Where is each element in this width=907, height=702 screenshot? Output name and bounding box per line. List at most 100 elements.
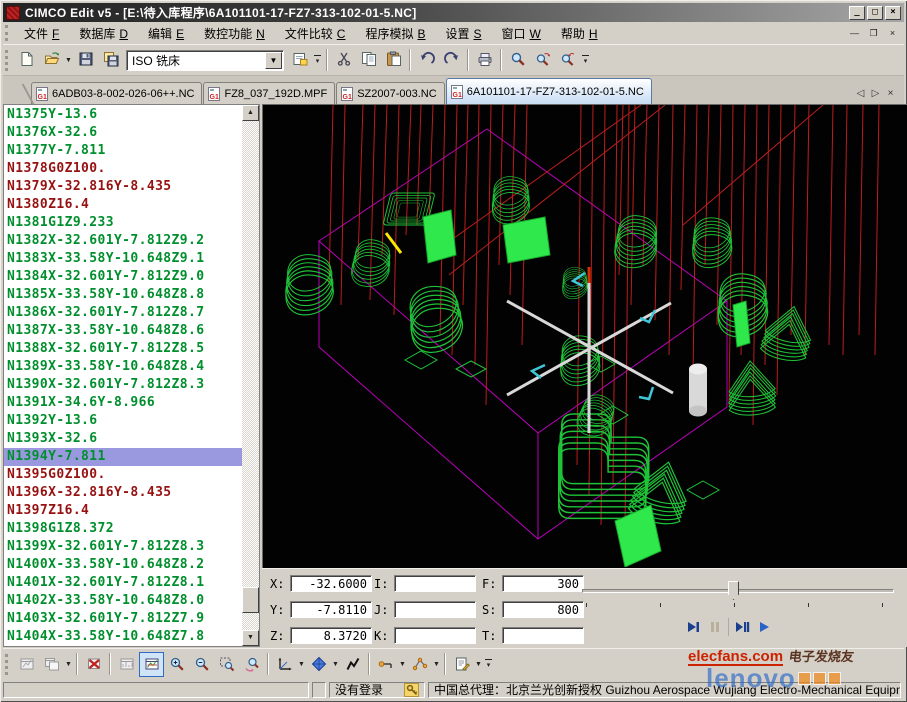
tool-display-button[interactable] xyxy=(373,652,398,677)
next-tab-button[interactable]: ▷ xyxy=(868,88,883,99)
code-line[interactable]: N1398G1Z8.372 xyxy=(4,520,242,538)
zoom-window-button[interactable] xyxy=(214,652,239,677)
code-line[interactable]: N1396X-32.816Y-8.435 xyxy=(4,484,242,502)
code-line[interactable]: N1382X-32.601Y-7.812Z9.2 xyxy=(4,232,242,250)
coordinate-value[interactable] xyxy=(394,627,476,644)
minimize-button[interactable]: _ xyxy=(849,6,865,20)
code-line[interactable]: N1391X-34.6Y-8.966 xyxy=(4,394,242,412)
file-type-selector[interactable]: ISO 铣床 ▼ xyxy=(126,50,284,71)
redo-button[interactable] xyxy=(439,48,464,73)
menu-grip[interactable] xyxy=(5,25,10,40)
slider-thumb[interactable] xyxy=(728,581,739,600)
code-line[interactable]: N1385X-33.58Y-10.648Z8.8 xyxy=(4,286,242,304)
code-line[interactable]: N1387X-33.58Y-10.648Z8.6 xyxy=(4,322,242,340)
code-line[interactable]: N1375Y-13.6 xyxy=(4,106,242,124)
code-line[interactable]: N1392Y-13.6 xyxy=(4,412,242,430)
menu-item[interactable]: 文件F xyxy=(14,22,69,45)
pause-button[interactable] xyxy=(704,615,726,639)
backplot-3d-view[interactable] xyxy=(262,104,907,568)
single-window-view-button[interactable] xyxy=(14,652,39,677)
code-line[interactable]: N1379X-32.816Y-8.435 xyxy=(4,178,242,196)
copy-button[interactable] xyxy=(356,48,381,73)
code-line[interactable]: N1380Z16.4 xyxy=(4,196,242,214)
multi-window-dropdown[interactable]: ▼ xyxy=(64,652,73,677)
login-status-panel[interactable]: 没有登录 xyxy=(329,682,425,698)
document-tab[interactable]: G1 6A101101-17-FZ7-313-102-01-5.NC xyxy=(446,78,652,104)
find-next-button[interactable] xyxy=(530,48,555,73)
simbar-overflow[interactable]: ▾ xyxy=(483,652,494,677)
code-line[interactable]: N1403X-32.601Y-7.812Z7.9 xyxy=(4,610,242,628)
code-line[interactable]: N1404X-33.58Y-10.648Z7.8 xyxy=(4,628,242,646)
scrollbar-thumb[interactable] xyxy=(242,587,259,613)
document-tab[interactable]: G1 6ADB03-8-002-026-06++.NC xyxy=(31,82,202,104)
maximize-button[interactable]: □ xyxy=(867,6,883,20)
scroll-down-icon[interactable]: ▼ xyxy=(242,630,259,646)
zoom-out-button[interactable] xyxy=(189,652,214,677)
undo-button[interactable] xyxy=(414,48,439,73)
print-button[interactable] xyxy=(472,48,497,73)
code-line[interactable]: N1390X-32.601Y-7.812Z8.3 xyxy=(4,376,242,394)
solid-view-dropdown[interactable]: ▼ xyxy=(331,652,340,677)
new-file-button[interactable] xyxy=(14,48,39,73)
edit-settings-dropdown[interactable]: ▼ xyxy=(474,652,483,677)
find-previous-button[interactable] xyxy=(555,48,580,73)
vertical-scrollbar[interactable]: ▲ ▼ xyxy=(242,105,259,646)
mdi-minimize-button[interactable]: — xyxy=(847,27,862,40)
menu-item[interactable]: 文件比较C xyxy=(275,22,356,45)
code-line[interactable]: N1401X-32.601Y-7.812Z8.1 xyxy=(4,574,242,592)
code-line[interactable]: N1399X-32.601Y-7.812Z8.3 xyxy=(4,538,242,556)
code-line[interactable]: N1393X-32.6 xyxy=(4,430,242,448)
code-line[interactable]: N1394Y-7.811 xyxy=(4,448,242,466)
play-stop-button[interactable] xyxy=(731,615,753,639)
code-line[interactable]: N1397Z16.4 xyxy=(4,502,242,520)
code-line[interactable]: N1395G0Z100. xyxy=(4,466,242,484)
document-tab[interactable]: G1 SZ2007-003.NC xyxy=(336,82,445,104)
stats-window-button[interactable] xyxy=(114,652,139,677)
edit-settings-button[interactable] xyxy=(449,652,474,677)
coordinate-value[interactable] xyxy=(502,627,584,644)
code-line[interactable]: N1389X-33.58Y-10.648Z8.4 xyxy=(4,358,242,376)
menu-item[interactable]: 程序模拟B xyxy=(355,22,435,45)
zoom-in-button[interactable] xyxy=(164,652,189,677)
save-all-button[interactable] xyxy=(98,48,123,73)
file-type-setup-button[interactable] xyxy=(287,48,312,73)
prev-tab-button[interactable]: ◁ xyxy=(853,88,868,99)
paste-button[interactable] xyxy=(381,48,406,73)
code-line[interactable]: N1388X-32.601Y-7.812Z8.5 xyxy=(4,340,242,358)
find-button[interactable] xyxy=(505,48,530,73)
coordinate-value[interactable]: -32.6000 xyxy=(290,575,372,592)
toolpath-view-button[interactable] xyxy=(340,652,365,677)
coordinate-value[interactable]: -7.8110 xyxy=(290,601,372,618)
cut-button[interactable] xyxy=(331,48,356,73)
open-file-button[interactable] xyxy=(39,48,64,73)
file-type-dropdown-icon[interactable]: ▼ xyxy=(265,52,282,69)
code-line[interactable]: N1400X-33.58Y-10.648Z8.2 xyxy=(4,556,242,574)
close-simulation-button[interactable] xyxy=(81,652,106,677)
mdi-close-button[interactable]: × xyxy=(885,27,900,40)
menu-item[interactable]: 编辑E xyxy=(138,22,194,45)
play-button[interactable] xyxy=(753,615,775,639)
code-line[interactable]: N1383X-33.58Y-10.648Z9.1 xyxy=(4,250,242,268)
toolbar-grip[interactable] xyxy=(5,50,10,71)
menu-item[interactable]: 数据库D xyxy=(69,22,138,45)
menu-item[interactable]: 帮助H xyxy=(551,22,608,45)
open-file-dropdown[interactable]: ▼ xyxy=(64,48,73,73)
close-button[interactable]: × xyxy=(885,6,901,20)
menu-item[interactable]: 设置S xyxy=(435,22,491,45)
coordinate-value[interactable] xyxy=(394,601,476,618)
tool-display-dropdown[interactable]: ▼ xyxy=(398,652,407,677)
simbar-grip[interactable] xyxy=(5,654,10,675)
login-key-icon[interactable] xyxy=(404,683,419,697)
axes-view-dropdown[interactable]: ▼ xyxy=(297,652,306,677)
code-line[interactable]: N1381G1Z9.233 xyxy=(4,214,242,232)
toolbar-overflow-1[interactable]: ▾ xyxy=(312,48,323,73)
code-line[interactable]: N1402X-33.58Y-10.648Z8.0 xyxy=(4,592,242,610)
scroll-up-icon[interactable]: ▲ xyxy=(242,105,259,121)
multi-window-view-button[interactable] xyxy=(39,652,64,677)
mdi-restore-button[interactable]: ❐ xyxy=(866,27,881,40)
coordinate-value[interactable]: 300 xyxy=(502,575,584,592)
coordinate-value[interactable]: 8.3720 xyxy=(290,627,372,644)
code-lines[interactable]: N1375Y-13.6N1376X-32.6N1377Y-7.811N1378G… xyxy=(4,106,242,646)
solid-view-button[interactable] xyxy=(306,652,331,677)
document-tab[interactable]: G1 FZ8_037_192D.MPF xyxy=(203,82,335,104)
